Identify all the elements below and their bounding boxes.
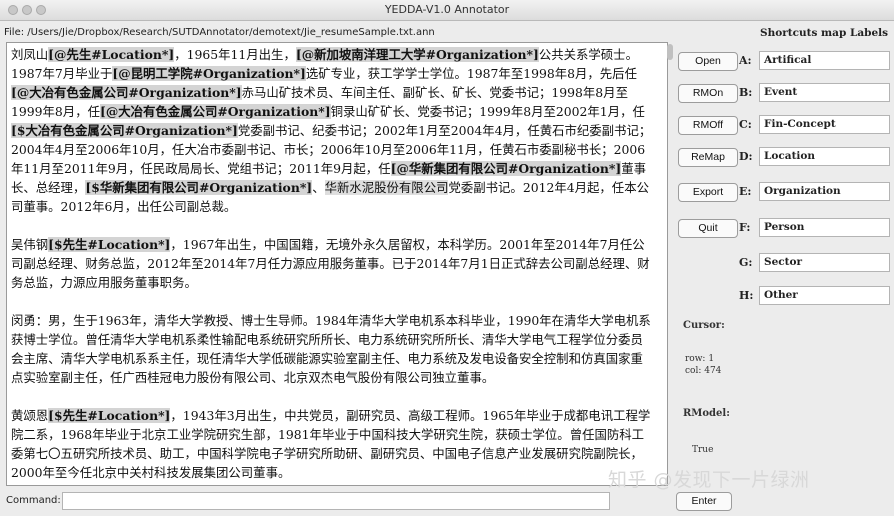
shortcut-key-h: H: <box>739 289 754 302</box>
entity-annotation[interactable]: [@大冶有色金属公司#Organization*] <box>11 85 242 100</box>
enter-button[interactable]: Enter <box>676 492 732 511</box>
rmodel-label: RModel: <box>683 408 730 419</box>
command-label: Command: <box>6 495 61 506</box>
watermark: 知乎 @发现下一片绿洲 <box>608 469 810 491</box>
text-segment[interactable]: 刘凤山 <box>11 47 48 62</box>
entity-annotation[interactable]: [$华新集团有限公司#Organization*] <box>85 180 313 195</box>
entity-annotation[interactable]: [$大冶有色金属公司#Organization*] <box>11 123 238 138</box>
shortcut-key-b: B: <box>739 86 753 99</box>
rmon-button[interactable]: RMOn <box>678 84 738 103</box>
remap-button[interactable]: ReMap <box>678 148 738 167</box>
text-segment[interactable]: 闵勇：男，生于1963年，清华大学教授、博士生导师。1984年清华大学电机系本科… <box>11 313 651 385</box>
shortcut-label-f[interactable]: Person <box>759 218 890 237</box>
editor-scrollbar-thumb[interactable] <box>667 44 673 60</box>
command-input[interactable] <box>62 492 610 510</box>
cursor-label: Cursor: <box>683 320 725 331</box>
text-segment[interactable]: ，1965年11月出生， <box>174 47 296 62</box>
shortcut-label-c[interactable]: Fin-Concept <box>759 115 890 134</box>
window-title: YEDDA-V1.0 Annotator <box>384 3 510 16</box>
shortcut-label-e[interactable]: Organization <box>759 182 890 201</box>
shortcuts-header: Shortcuts map Labels <box>760 27 889 39</box>
shortcut-label-d[interactable]: Location <box>759 147 890 166</box>
entity-annotation[interactable]: [@华新集团有限公司#Organization*] <box>390 161 622 176</box>
entity-annotation[interactable]: [$先生#Location*] <box>48 237 171 252</box>
text-segment[interactable]: 选矿专业，获工学学士学位。1987年至1998年8月，先后任 <box>306 66 637 81</box>
rmodel-value: True <box>692 445 714 455</box>
entity-annotation[interactable]: [$先生#Location*] <box>48 408 171 423</box>
editor-paragraph[interactable]: 刘凤山[@先生#Location*]，1965年11月出生，[@新加坡南洋理工大… <box>11 45 655 216</box>
editor-paragraph[interactable]: 闵勇：男，生于1963年，清华大学教授、博士生导师。1984年清华大学电机系本科… <box>11 311 655 387</box>
editor-content[interactable]: 刘凤山[@先生#Location*]，1965年11月出生，[@新加坡南洋理工大… <box>11 45 655 485</box>
shortcut-label-b[interactable]: Event <box>759 83 890 102</box>
text-segment[interactable]: 、 <box>312 180 324 195</box>
quit-button[interactable]: Quit <box>678 219 738 238</box>
shortcut-label-g[interactable]: Sector <box>759 253 890 272</box>
text-segment[interactable]: 黄颂恩 <box>11 408 48 423</box>
entity-annotation[interactable]: [@新加坡南洋理工大学#Organization*] <box>295 47 539 62</box>
editor-paragraph[interactable]: 黄颂恩[$先生#Location*]，1943年3月出生，中共党员，副研究员、高… <box>11 406 655 482</box>
cursor-row: row: 1 <box>685 354 715 364</box>
annotation-text-editor[interactable]: 刘凤山[@先生#Location*]，1965年11月出生，[@新加坡南洋理工大… <box>6 42 668 486</box>
text-segment[interactable]: 铜录山矿矿长、党委书记；1999年8月至2002年1月，任 <box>331 104 645 119</box>
entity-annotation[interactable]: [@先生#Location*] <box>48 47 175 62</box>
shortcut-key-a: A: <box>739 54 752 67</box>
shortcut-label-a[interactable]: Artifical <box>759 51 890 70</box>
file-path: File: /Users/Jie/Dropbox/Research/SUTDAn… <box>4 27 435 38</box>
entity-annotation[interactable]: [@昆明工学院#Organization*] <box>112 66 306 81</box>
entity-annotation[interactable]: [@大冶有色金属公司#Organization*] <box>99 104 331 119</box>
shortcut-key-e: E: <box>739 185 752 198</box>
selected-text[interactable]: 华新水泥股份有限公司 <box>324 180 449 195</box>
title-bar: YEDDA-V1.0 Annotator <box>0 0 894 21</box>
editor-paragraph[interactable]: 吴伟钢[$先生#Location*]，1967年出生，中国国籍，无境外永久居留权… <box>11 235 655 292</box>
open-button[interactable]: Open <box>678 52 738 71</box>
shortcut-key-c: C: <box>739 118 752 131</box>
export-button[interactable]: Export <box>678 183 738 202</box>
text-segment[interactable]: 吴伟钢 <box>11 237 48 252</box>
shortcut-key-g: G: <box>739 256 753 269</box>
shortcut-key-d: D: <box>739 150 753 163</box>
shortcut-key-f: F: <box>739 221 751 234</box>
shortcut-label-h[interactable]: Other <box>759 286 890 305</box>
rmoff-button[interactable]: RMOff <box>678 116 738 135</box>
cursor-col: col: 474 <box>685 366 722 376</box>
